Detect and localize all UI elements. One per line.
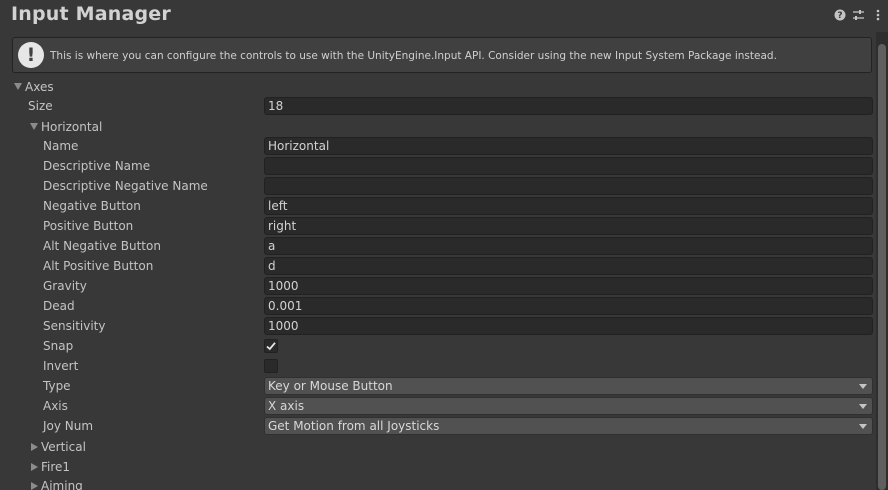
preset-icon[interactable]: [852, 8, 865, 21]
vertical-foldout[interactable]: Vertical: [0, 437, 876, 457]
axis-dropdown[interactable]: X axis: [264, 397, 873, 415]
foldout-collapsed-icon[interactable]: [31, 463, 38, 471]
type-dropdown[interactable]: Key or Mouse Button: [264, 377, 873, 395]
svg-text:?: ?: [837, 11, 842, 21]
axes-foldout[interactable]: Axes: [0, 77, 876, 97]
axis-label: Axis: [43, 399, 68, 413]
help-icon[interactable]: ?: [833, 8, 846, 21]
axes-label: Axes: [25, 80, 54, 94]
vertical-scrollbar[interactable]: [876, 32, 888, 490]
invert-row: Invert: [0, 356, 876, 376]
sensitivity-row: Sensitivity 1000: [0, 316, 876, 336]
invert-checkbox[interactable]: [264, 359, 278, 373]
foldout-expanded-icon[interactable]: [30, 123, 38, 130]
foldout-collapsed-icon[interactable]: [31, 443, 38, 451]
gravity-label: Gravity: [43, 279, 87, 293]
negative-button-field[interactable]: left: [264, 197, 873, 215]
dead-field[interactable]: 0.001: [264, 297, 873, 315]
scrollbar-thumb[interactable]: [878, 44, 886, 490]
positive-button-row: Positive Button right: [0, 216, 876, 236]
snap-checkbox[interactable]: [264, 339, 278, 353]
size-row: Size 18: [0, 96, 876, 116]
help-box: ! This is where you can configure the co…: [12, 37, 872, 73]
chevron-down-icon: [859, 404, 867, 409]
checkmark-icon: [266, 342, 276, 351]
alt-negative-button-label: Alt Negative Button: [43, 239, 161, 253]
horizontal-foldout[interactable]: Horizontal: [0, 117, 876, 137]
positive-button-field[interactable]: right: [264, 217, 873, 235]
help-message: This is where you can configure the cont…: [50, 50, 777, 62]
snap-row: Snap: [0, 336, 876, 356]
chevron-down-icon: [859, 424, 867, 429]
header-icons: ?: [833, 8, 884, 21]
header: Input Manager ?: [0, 0, 888, 30]
descriptive-name-row: Descriptive Name: [0, 156, 876, 176]
joy-num-dropdown-value: Get Motion from all Joysticks: [268, 419, 440, 433]
axis-dropdown-value: X axis: [268, 399, 305, 413]
gravity-field[interactable]: 1000: [264, 277, 873, 295]
size-label: Size: [28, 99, 53, 113]
warning-icon: !: [18, 42, 44, 68]
size-field[interactable]: 18: [264, 97, 873, 115]
name-label: Name: [43, 139, 79, 153]
negative-button-label: Negative Button: [43, 199, 141, 213]
axis-row: Axis X axis: [0, 396, 876, 416]
dead-row: Dead 0.001: [0, 296, 876, 316]
aiming-foldout[interactable]: Aiming: [0, 476, 876, 490]
chevron-down-icon: [859, 384, 867, 389]
fire1-label: Fire1: [41, 460, 71, 474]
joy-num-label: Joy Num: [43, 419, 94, 433]
alt-negative-button-field[interactable]: a: [264, 237, 873, 255]
alt-negative-button-row: Alt Negative Button a: [0, 236, 876, 256]
alt-positive-button-field[interactable]: d: [264, 257, 873, 275]
descriptive-name-label: Descriptive Name: [43, 159, 151, 173]
aiming-label: Aiming: [41, 479, 83, 490]
type-dropdown-value: Key or Mouse Button: [268, 379, 393, 393]
positive-button-label: Positive Button: [43, 219, 134, 233]
foldout-expanded-icon[interactable]: [14, 83, 22, 90]
joy-num-row: Joy Num Get Motion from all Joysticks: [0, 416, 876, 436]
dead-label: Dead: [43, 299, 75, 313]
more-menu-icon[interactable]: [871, 8, 884, 21]
name-field[interactable]: Horizontal: [264, 137, 873, 155]
descriptive-name-field[interactable]: [264, 157, 873, 175]
type-label: Type: [43, 379, 71, 393]
invert-label: Invert: [43, 359, 79, 373]
foldout-collapsed-icon[interactable]: [31, 482, 38, 490]
sensitivity-label: Sensitivity: [43, 319, 106, 333]
type-row: Type Key or Mouse Button: [0, 376, 876, 396]
descriptive-negative-name-row: Descriptive Negative Name: [0, 176, 876, 196]
alt-positive-button-row: Alt Positive Button d: [0, 256, 876, 276]
horizontal-label: Horizontal: [41, 120, 103, 134]
snap-label: Snap: [43, 339, 74, 353]
alt-positive-button-label: Alt Positive Button: [43, 259, 154, 273]
vertical-label: Vertical: [41, 440, 86, 454]
sensitivity-field[interactable]: 1000: [264, 317, 873, 335]
fire1-foldout[interactable]: Fire1: [0, 457, 876, 477]
gravity-row: Gravity 1000: [0, 276, 876, 296]
input-manager-window: Input Manager ? ! This is where you can …: [0, 0, 888, 490]
page-title: Input Manager: [11, 3, 171, 25]
name-row: Name Horizontal: [0, 136, 876, 156]
descriptive-negative-name-field[interactable]: [264, 177, 873, 195]
negative-button-row: Negative Button left: [0, 196, 876, 216]
joy-num-dropdown[interactable]: Get Motion from all Joysticks: [264, 417, 873, 435]
descriptive-negative-name-label: Descriptive Negative Name: [43, 179, 208, 193]
